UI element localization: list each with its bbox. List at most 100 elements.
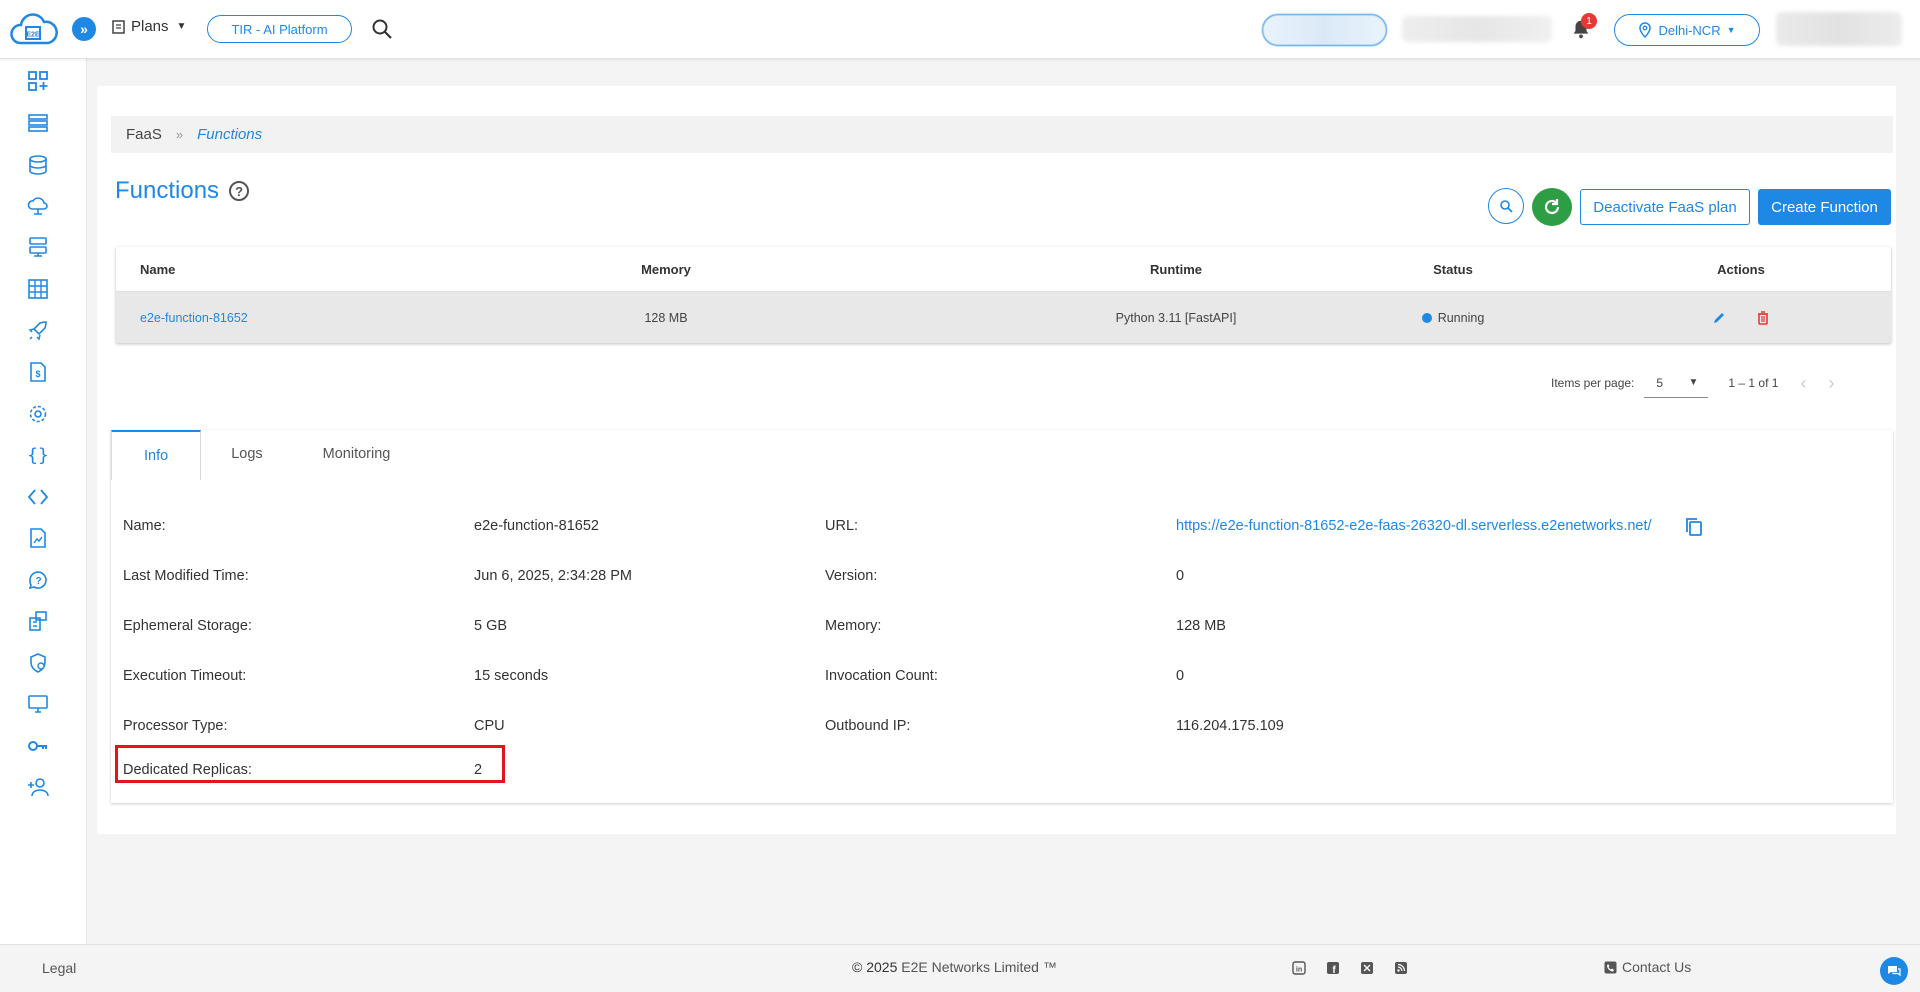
copy-icon[interactable] (1684, 516, 1704, 538)
name-label: Name: (123, 518, 166, 534)
redacted-account-info (1402, 16, 1552, 42)
functions-table: Name Memory Runtime Status Actions e2e-f… (116, 247, 1891, 343)
search-icon (1500, 200, 1513, 213)
grid-icon[interactable] (26, 277, 50, 301)
outbound-label: Outbound IP: (825, 718, 911, 734)
processor-value: CPU (474, 718, 505, 734)
refresh-button[interactable] (1532, 188, 1572, 226)
invocation-value: 0 (1176, 668, 1185, 684)
chat-icon (1888, 966, 1901, 977)
items-per-page-select[interactable]: 5 ▼ (1644, 368, 1709, 398)
tir-platform-button[interactable]: TIR - AI Platform (207, 15, 352, 43)
svg-text:?: ? (35, 576, 41, 587)
double-chevron-right-icon: » (80, 21, 88, 37)
building-icon[interactable] (26, 609, 50, 633)
x-twitter-icon[interactable] (1360, 961, 1374, 975)
page-title: Functions ? (115, 177, 250, 205)
next-page-icon[interactable]: › (1828, 373, 1834, 394)
chat-button[interactable] (1880, 957, 1908, 985)
key-icon[interactable] (26, 734, 50, 758)
timeout-label: Execution Timeout: (123, 668, 247, 684)
tab-monitoring[interactable]: Monitoring (293, 430, 421, 478)
search-icon[interactable] (370, 17, 394, 41)
edit-icon[interactable] (1709, 308, 1729, 328)
function-runtime: Python 3.11 [FastAPI] (1115, 310, 1237, 325)
memory-label: Memory: (825, 618, 882, 634)
create-function-button[interactable]: Create Function (1758, 189, 1891, 225)
rocket-icon[interactable] (26, 319, 50, 343)
database-icon[interactable] (26, 153, 50, 177)
location-pin-icon (1639, 22, 1652, 38)
header-runtime: Runtime (1150, 261, 1202, 277)
version-label: Version: (825, 568, 878, 584)
memory-value: 128 MB (1176, 618, 1226, 634)
redacted-account-button[interactable] (1262, 14, 1387, 46)
table-header: Name Memory Runtime Status Actions (116, 247, 1891, 292)
sidebar: $ {} ? (0, 59, 87, 944)
notification-badge: 1 (1581, 13, 1597, 29)
e2e-logo-icon[interactable]: E2E (8, 9, 58, 51)
tir-platform-label: TIR - AI Platform (231, 21, 328, 37)
url-label: URL: (825, 518, 859, 534)
region-selector[interactable]: Delhi-NCR ▼ (1614, 14, 1760, 46)
facebook-icon[interactable]: f (1326, 961, 1340, 975)
add-user-icon[interactable] (26, 775, 50, 799)
status-dot-icon (1421, 312, 1432, 323)
settings-icon[interactable] (26, 402, 50, 426)
replicas-highlight-box (115, 745, 505, 783)
header-actions: Actions (1717, 261, 1765, 277)
deactivate-faas-button[interactable]: Deactivate FaaS plan (1580, 189, 1750, 225)
cloud-icon[interactable] (26, 194, 50, 218)
rss-icon[interactable] (1394, 961, 1408, 975)
prev-page-icon[interactable]: ‹ (1800, 373, 1806, 394)
breadcrumb-separator: » (175, 127, 184, 142)
expand-sidebar-button[interactable]: » (72, 17, 96, 41)
plans-menu[interactable]: Plans ▼ (111, 18, 186, 35)
status-text: Running (1437, 310, 1485, 325)
table-row[interactable]: e2e-function-81652 128 MB Python 3.11 [F… (116, 292, 1891, 343)
url-link[interactable]: https://e2e-function-81652-e2e-faas-2632… (1176, 518, 1652, 534)
linkedin-icon[interactable]: in (1292, 961, 1306, 975)
refresh-icon (1544, 199, 1560, 215)
dashboard-icon[interactable] (26, 69, 50, 93)
svg-text:{}: {} (27, 445, 49, 466)
footer: Legal © 2025 E2E Networks Limited ™ in f… (0, 944, 1920, 992)
modified-label: Last Modified Time: (123, 568, 249, 584)
tab-info[interactable]: Info (111, 430, 202, 480)
modified-value: Jun 6, 2025, 2:34:28 PM (474, 568, 632, 584)
servers-icon[interactable] (26, 235, 50, 259)
processor-label: Processor Type: (123, 718, 228, 734)
help-icon[interactable]: ? (229, 181, 250, 201)
create-function-label: Create Function (1771, 198, 1878, 216)
caret-down-icon: ▼ (1688, 377, 1699, 388)
breadcrumb-faas[interactable]: FaaS (126, 126, 162, 143)
breadcrumb-functions: Functions (197, 126, 263, 143)
phone-icon (1604, 961, 1617, 973)
contact-us-link[interactable]: Contact Us (1604, 959, 1691, 975)
security-icon[interactable] (26, 651, 50, 675)
caret-down-icon: ▼ (176, 21, 187, 32)
breadcrumb: FaaS » Functions (111, 116, 1893, 153)
outbound-value: 116.204.175.109 (1176, 718, 1284, 734)
billing-icon[interactable]: $ (26, 360, 50, 384)
deactivate-faas-label: Deactivate FaaS plan (1593, 198, 1737, 216)
svg-text:E2E: E2E (26, 32, 40, 39)
plans-label: Plans (131, 18, 169, 35)
nodes-icon[interactable] (26, 111, 50, 135)
region-label: Delhi-NCR (1658, 22, 1721, 38)
document-icon[interactable] (26, 526, 50, 550)
tab-logs[interactable]: Logs (201, 430, 292, 478)
delete-icon[interactable] (1753, 308, 1773, 328)
monitor-icon[interactable] (26, 692, 50, 716)
details-tabs: Info Logs Monitoring (111, 430, 421, 480)
name-value: e2e-function-81652 (474, 518, 599, 534)
search-functions-button[interactable] (1488, 188, 1524, 224)
redacted-user-menu[interactable] (1776, 12, 1902, 46)
caret-down-icon: ▼ (1726, 25, 1736, 35)
code-icon[interactable] (26, 485, 50, 509)
legal-link[interactable]: Legal (42, 960, 76, 976)
braces-icon[interactable]: {} (26, 443, 50, 467)
svg-text:in: in (1296, 967, 1302, 974)
items-per-page-value: 5 (1656, 375, 1664, 390)
support-icon[interactable]: ? (26, 568, 50, 592)
